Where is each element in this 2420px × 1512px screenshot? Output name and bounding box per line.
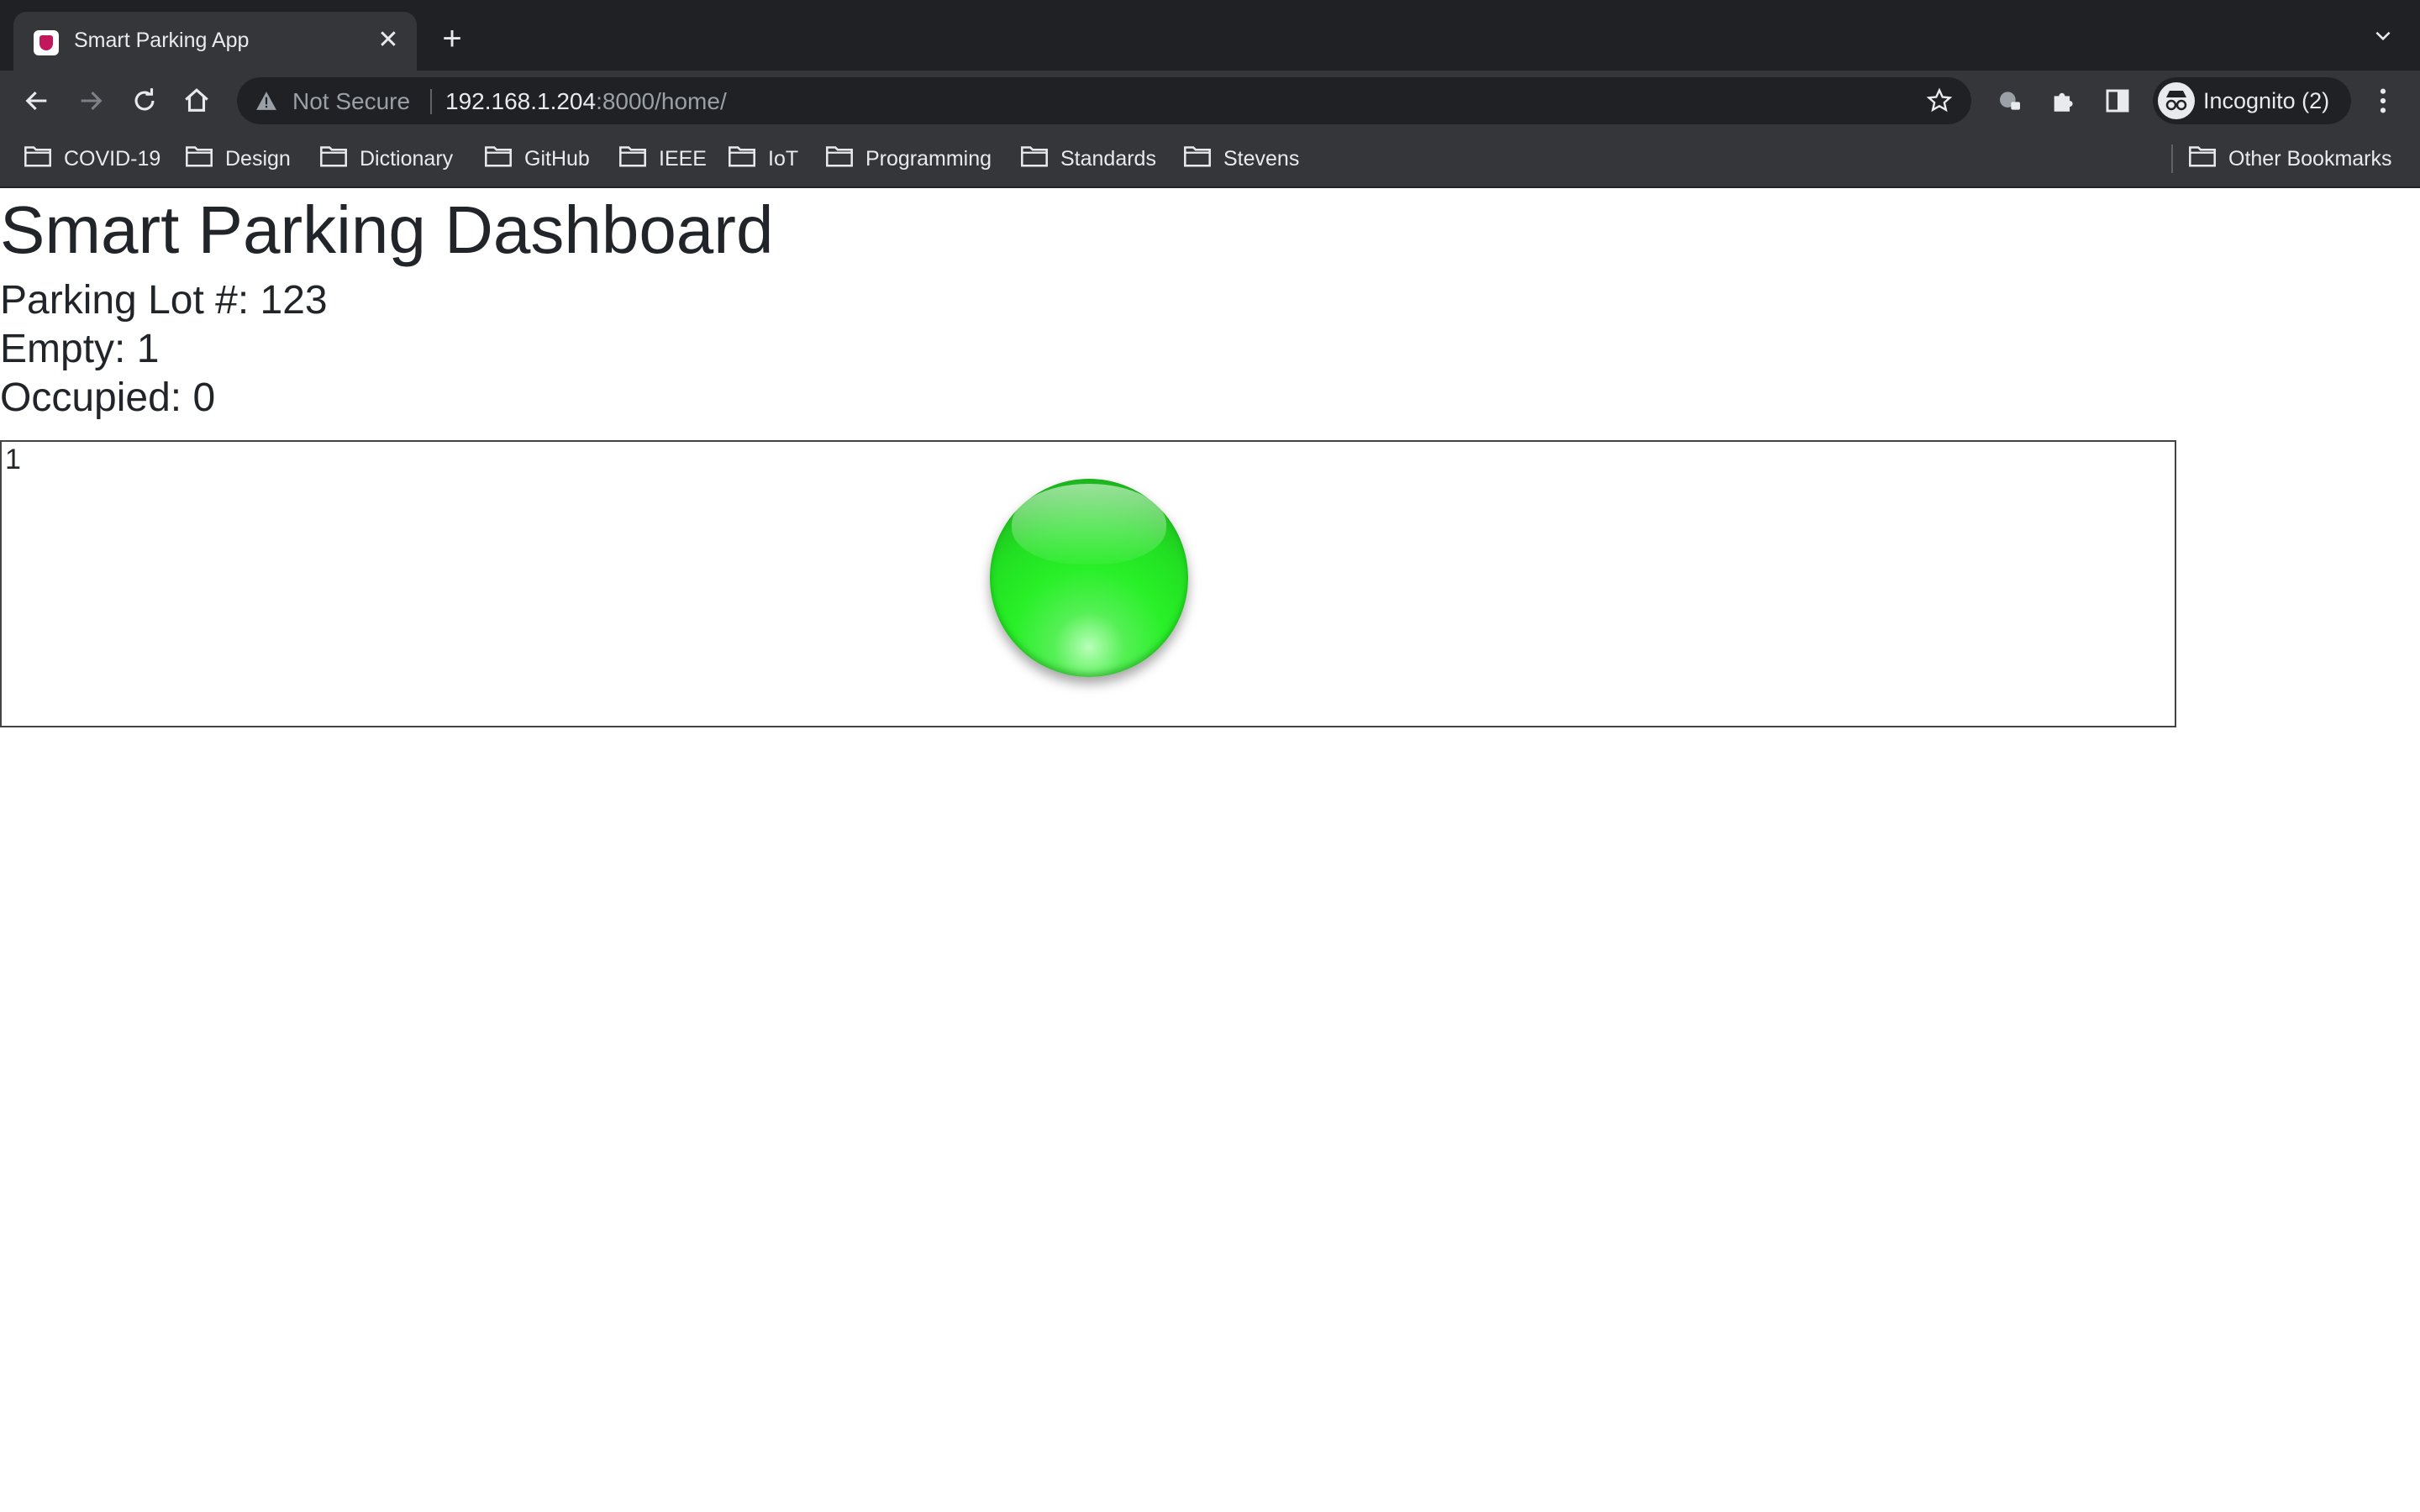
close-tab-icon[interactable]: ✕: [371, 24, 405, 57]
folder-icon: [185, 144, 213, 174]
incognito-extension-icon: [2000, 92, 2020, 110]
url-text[interactable]: 192.168.1.204:8000/home/: [445, 88, 727, 115]
folder-icon: [319, 144, 348, 174]
parking-lot-number: Parking Lot #: 123: [0, 278, 328, 323]
url-separator: [430, 89, 432, 114]
browser-toolbar: Not Secure 192.168.1.204:8000/home/ Inco…: [0, 71, 2420, 131]
forward-arrow-icon: [81, 91, 103, 111]
url-path: :8000/home/: [596, 88, 727, 114]
bookmark-folder-standards[interactable]: Standards: [1020, 143, 1156, 175]
page-title: Smart Parking Dashboard: [0, 192, 774, 267]
browser-menu-button[interactable]: [2363, 81, 2403, 121]
new-tab-button[interactable]: +: [434, 20, 471, 57]
bookmark-label: Standards: [1060, 146, 1156, 171]
bookmark-label: COVID-19: [64, 146, 161, 171]
bookmark-folder-programming[interactable]: Programming: [825, 143, 992, 175]
tab-favicon-icon: [34, 30, 59, 55]
folder-icon: [2188, 144, 2217, 174]
extensions-button[interactable]: [2044, 81, 2084, 121]
url-host: 192.168.1.204: [445, 88, 597, 114]
other-bookmarks-folder[interactable]: Other Bookmarks: [2188, 143, 2392, 175]
address-bar[interactable]: Not Secure 192.168.1.204:8000/home/: [237, 77, 1971, 124]
side-panel-button[interactable]: [2097, 81, 2138, 121]
bookmark-label: Dictionary: [360, 146, 454, 171]
back-arrow-icon: [25, 91, 47, 111]
bookmark-folder-iot[interactable]: IoT: [728, 143, 798, 175]
tab-search-chevron-icon[interactable]: [2368, 24, 2398, 54]
browser-tab[interactable]: Smart Parking App ✕: [13, 12, 417, 71]
bookmark-label: IoT: [768, 146, 799, 171]
home-icon: [185, 88, 208, 112]
reload-button[interactable]: [124, 81, 165, 121]
bookmark-label: Stevens: [1223, 146, 1300, 171]
profile-button[interactable]: Incognito (2): [2153, 77, 2351, 124]
profile-label: Incognito (2): [2203, 88, 2330, 113]
bookmark-folder-design[interactable]: Design: [185, 143, 291, 175]
back-button[interactable]: [17, 81, 57, 121]
folder-icon: [825, 144, 854, 174]
folder-icon: [1020, 144, 1049, 174]
side-panel-icon: [2106, 89, 2129, 113]
bookmark-label: Programming: [865, 146, 992, 171]
dashboard-page: Smart Parking Dashboard Parking Lot #: 1…: [0, 186, 2420, 1512]
kebab-menu-icon: [2380, 88, 2386, 113]
folder-icon: [618, 144, 647, 174]
bookmark-folder-github[interactable]: GitHub: [484, 143, 590, 175]
bookmarks-separator: [2171, 144, 2173, 173]
bookmark-label: IEEE: [659, 146, 707, 171]
parking-spot-grid: 1: [0, 440, 2176, 727]
folder-icon: [728, 144, 756, 174]
bookmark-label: Design: [225, 146, 291, 171]
folder-icon: [484, 144, 513, 174]
bookmark-folder-ieee[interactable]: IEEE: [618, 143, 707, 175]
bookmark-label: GitHub: [524, 146, 590, 171]
spot-status-indicator: [990, 479, 1188, 677]
incognito-icon: [2158, 82, 2195, 119]
home-button[interactable]: [176, 81, 217, 121]
bookmark-label: Other Bookmarks: [2228, 146, 2392, 171]
bookmark-folder-dictionary[interactable]: Dictionary: [319, 143, 453, 175]
reload-icon: [134, 88, 155, 111]
incognito-extension-button[interactable]: [1990, 81, 2030, 121]
tab-strip: Smart Parking App ✕ +: [0, 0, 2420, 71]
bookmark-star-icon[interactable]: [1926, 87, 1953, 114]
occupied-count: Occupied: 0: [0, 375, 216, 420]
puzzle-icon: [2054, 92, 2073, 112]
spot-number: 1: [5, 444, 21, 475]
folder-icon: [1183, 144, 1212, 174]
bookmarks-bar: COVID-19 Design Dictionary GitHub IEEE IoT Pro…: [0, 131, 2420, 188]
tab-title: Smart Parking App: [74, 29, 250, 52]
bookmark-folder-covid-19[interactable]: COVID-19: [24, 143, 160, 175]
bookmark-folder-stevens[interactable]: Stevens: [1183, 143, 1299, 175]
warning-icon: [256, 92, 276, 110]
not-secure-label[interactable]: Not Secure: [292, 88, 410, 115]
empty-count: Empty: 1: [0, 327, 160, 371]
folder-icon: [24, 144, 52, 174]
forward-button[interactable]: [71, 81, 111, 121]
